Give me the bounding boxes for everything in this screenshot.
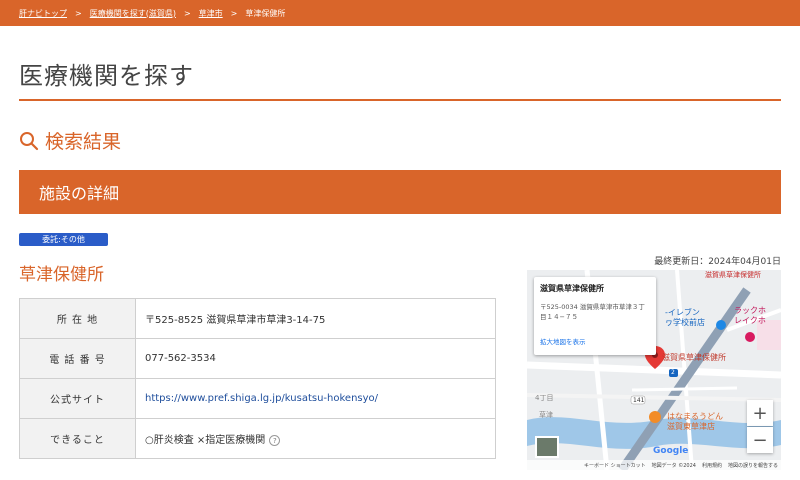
breadcrumb-home[interactable]: 肝ナビトップ (19, 8, 67, 19)
section-band: 施設の詳細 (19, 170, 781, 214)
title-divider (19, 99, 781, 101)
map-poi-udon-line2: 滋賀東草津店 (667, 422, 715, 431)
breadcrumb-current: 草津保健所 (245, 8, 286, 18)
capabilities-value: ○肝炎検査 ×指定医療機関 (145, 435, 266, 446)
facility-name: 草津保健所 (19, 265, 104, 285)
map-zoom-in-button[interactable]: + (747, 400, 773, 426)
capabilities-key: できること (19, 418, 136, 459)
website-cell: https://www.pref.shiga.lg.jp/kusatsu-hok… (135, 378, 496, 419)
map-label-4chome: 4丁目 (535, 394, 554, 402)
map-data-credit: 地図データ ©2024 (651, 462, 696, 469)
map-info-card: 滋賀県草津保健所 〒525-0034 滋賀県草津市草津３丁目１４−７５ 拡大地図… (534, 277, 656, 355)
capabilities-cell: ○肝炎検査 ×指定医療機関? (135, 418, 496, 459)
map-footer: キーボード ショートカット 地図データ ©2024 利用規約 地図の誤りを報告す… (527, 460, 781, 470)
table-row: 所 在 地 〒525-8525 滋賀県草津市草津3-14-75 (19, 298, 496, 339)
table-row: 公式サイト https://www.pref.shiga.lg.jp/kusat… (19, 378, 496, 419)
map-poi-711-line1: -イレブン (665, 308, 700, 317)
map-terms-link[interactable]: 利用規約 (702, 462, 722, 469)
address-value: 〒525-8525 滋賀県草津市草津3-14-75 (135, 298, 496, 339)
map-poi-lucky[interactable]: ラックホ レイクホ (734, 306, 766, 326)
table-row: 電 話 番 号 077-562-3534 (19, 338, 496, 379)
map-poi-udon[interactable]: はなまるうどん 滋賀東草津店 (667, 412, 723, 432)
website-link[interactable]: https://www.pref.shiga.lg.jp/kusatsu-hok… (145, 393, 378, 404)
map-road-2: 2 (671, 369, 675, 376)
breadcrumb: 肝ナビトップ > 医療機関を探す(滋賀県) > 草津市 > 草津保健所 (0, 0, 800, 26)
map-card-name: 滋賀県草津保健所 (540, 284, 604, 293)
google-logo: Google (653, 446, 689, 456)
website-key: 公式サイト (19, 378, 136, 419)
map-top-label: 滋賀県草津保健所 (705, 271, 761, 279)
results-heading: 検索結果 (19, 127, 121, 154)
facility-info-table: 所 在 地 〒525-8525 滋賀県草津市草津3-14-75 電 話 番 号 … (19, 298, 496, 459)
map-label-kusatsu: 草津 (539, 411, 553, 419)
breadcrumb-separator: > (183, 8, 191, 18)
map-poi-711[interactable]: -イレブン ヮ学校前店 (665, 308, 705, 328)
map-card-address: 〒525-0034 滋賀県草津市草津３丁目１４−７５ (540, 303, 645, 321)
map-road-141: 141 (633, 397, 645, 404)
map-poi-lucky-line2: レイクホ (734, 316, 766, 325)
map-enlarge-link[interactable]: 拡大地図を表示 (540, 336, 650, 346)
help-icon[interactable]: ? (269, 434, 281, 446)
map-zoom-out-button[interactable]: − (747, 427, 773, 453)
phone-value: 077-562-3534 (135, 338, 496, 379)
map-embed[interactable]: 滋賀県草津保健所 滋賀県草津保健所 〒525-0034 滋賀県草津市草津３丁目１… (527, 270, 781, 470)
breadcrumb-search-shiga[interactable]: 医療機関を探す(滋賀県) (90, 8, 176, 19)
last-updated: 最終更新日：2024年04月01日 (654, 257, 781, 267)
table-row: できること ○肝炎検査 ×指定医療機関? (19, 418, 496, 459)
results-heading-label: 検索結果 (45, 131, 122, 153)
breadcrumb-kusatsu-city[interactable]: 草津市 (199, 8, 223, 19)
map-keyboard-shortcuts[interactable]: キーボード ショートカット (584, 462, 646, 469)
breadcrumb-separator: > (75, 8, 82, 18)
page-title: 医療機関を探す (19, 62, 194, 90)
map-poi-lucky-line1: ラックホ (734, 306, 766, 315)
category-tag: 委託:その他 (19, 233, 108, 246)
map-report-link[interactable]: 地図の誤りを報告する (728, 462, 778, 469)
search-icon (20, 131, 39, 150)
breadcrumb-separator: > (230, 8, 238, 18)
map-satellite-toggle[interactable] (535, 436, 559, 458)
map-pin-label[interactable]: 滋賀県草津保健所 (662, 352, 726, 363)
map-poi-udon-line1: はなまるうどん (667, 412, 723, 421)
map-poi-711-line2: ヮ学校前店 (665, 318, 705, 327)
address-key: 所 在 地 (19, 298, 136, 339)
phone-key: 電 話 番 号 (19, 338, 136, 379)
